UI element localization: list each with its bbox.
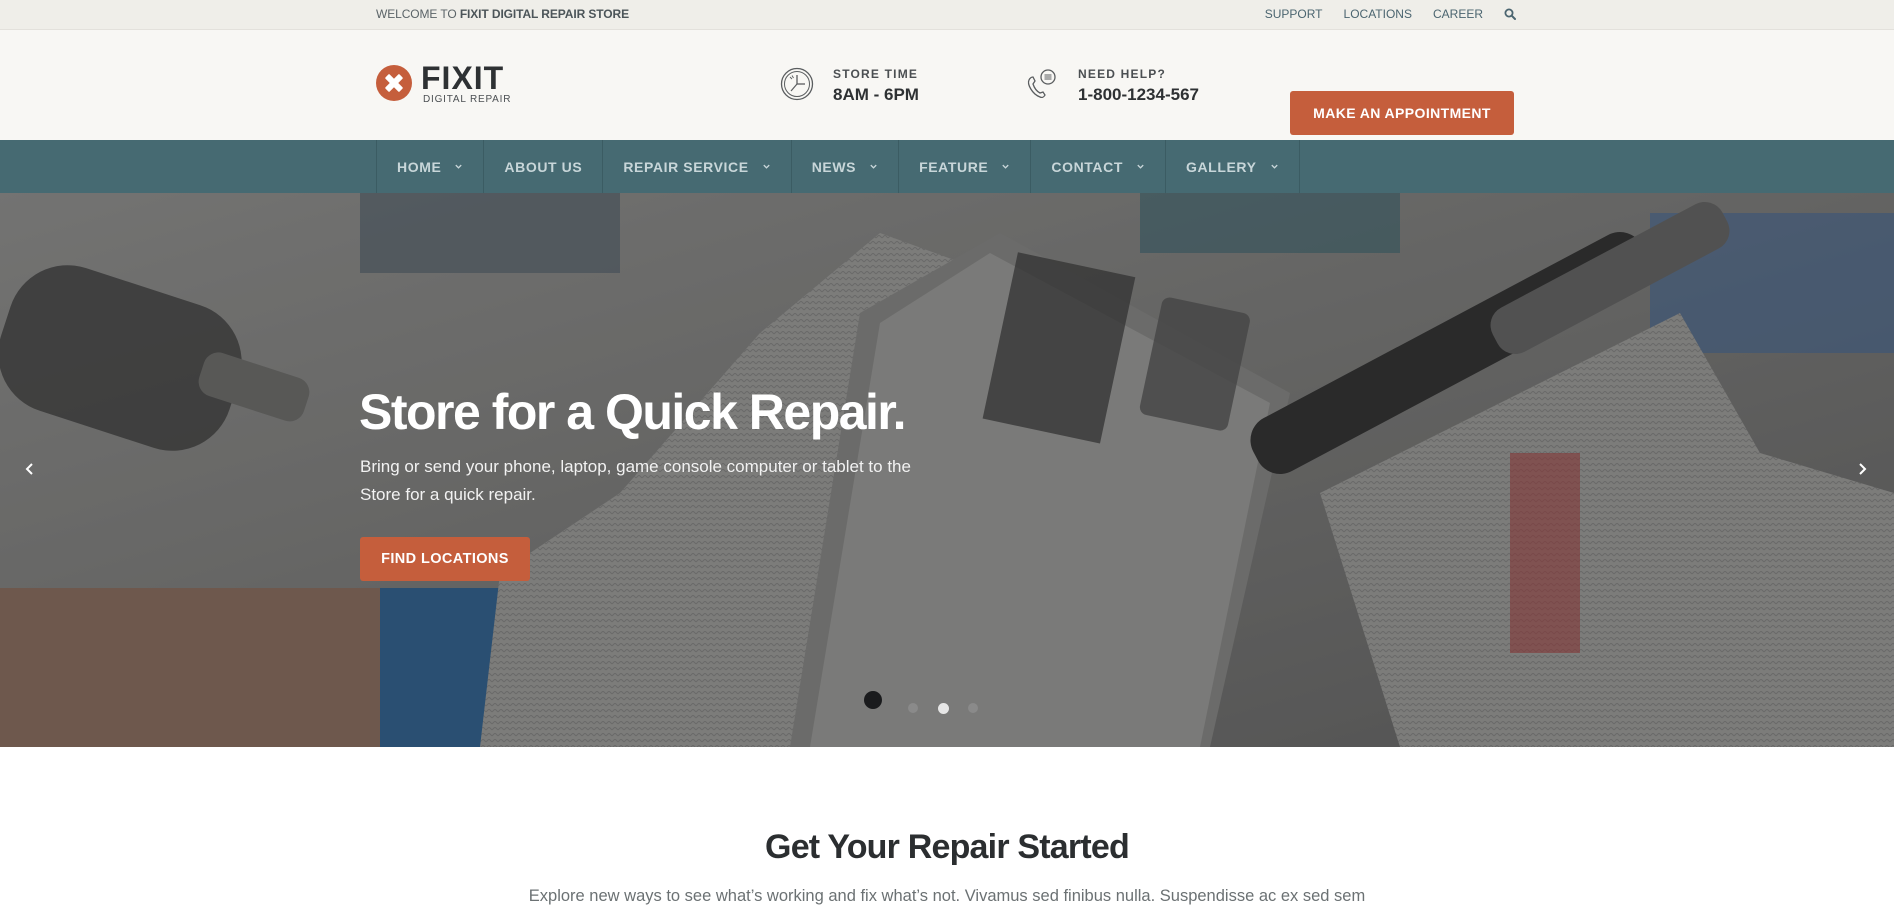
chevron-down-icon — [870, 164, 877, 169]
help-label: NEED HELP? — [1078, 67, 1167, 81]
slider-dot-3[interactable] — [968, 703, 978, 713]
top-link-career[interactable]: CAREER — [1433, 7, 1483, 21]
logo[interactable]: FIXIT DIGITAL REPAIR — [376, 60, 512, 105]
nav-item-about-us[interactable]: ABOUT US — [484, 140, 604, 193]
phone-chat-icon — [1027, 69, 1056, 99]
hero-title: Store for a Quick Repair. — [359, 384, 907, 440]
hero-description: Bring or send your phone, laptop, game c… — [360, 457, 911, 504]
section-description: Explore new ways to see what’s working a… — [528, 887, 1366, 905]
top-links: SUPPORT LOCATIONS CAREER — [1265, 7, 1516, 21]
welcome-prefix: WELCOME TO — [376, 7, 460, 21]
store-time-info: STORE TIME 8AM - 6PM — [779, 65, 919, 105]
nav-item-repair-service[interactable]: REPAIR SERVICE — [603, 140, 792, 193]
welcome-store-name: FIXIT DIGITAL REPAIR STORE — [459, 7, 630, 21]
welcome-message: WELCOME TO FIXIT DIGITAL REPAIR STORE — [376, 7, 629, 21]
nav-label: FEATURE — [919, 158, 989, 175]
nav-label: ABOUT US — [504, 158, 583, 175]
help-phone[interactable]: 1-800-1234-567 — [1078, 85, 1199, 105]
chevron-down-icon — [1270, 164, 1278, 169]
main-nav: HOME ABOUT US REPAIR SERVICE NEWS FEATUR… — [0, 140, 1894, 193]
make-appointment-button[interactable]: MAKE AN APPOINTMENT — [1290, 91, 1514, 135]
nav-label: CONTACT — [1051, 158, 1123, 175]
slider-dot-2-active[interactable] — [938, 703, 949, 714]
nav-item-news[interactable]: NEWS — [792, 140, 900, 193]
nav-label: REPAIR SERVICE — [623, 158, 749, 175]
nav-item-contact[interactable]: CONTACT — [1031, 140, 1166, 193]
logo-title: FIXIT — [421, 60, 505, 96]
chevron-down-icon — [1002, 164, 1010, 169]
nav-item-home[interactable]: HOME — [377, 140, 485, 193]
nav-label: GALLERY — [1185, 158, 1257, 175]
chevron-down-icon — [1137, 164, 1144, 169]
top-link-support[interactable]: SUPPORT — [1265, 7, 1323, 21]
nav-label: NEWS — [811, 158, 857, 175]
slider-dot-cursor — [864, 691, 882, 709]
top-bar: WELCOME TO FIXIT DIGITAL REPAIR STORE SU… — [0, 0, 1894, 30]
search-icon[interactable] — [1504, 8, 1516, 20]
nav-item-feature[interactable]: FEATURE — [899, 140, 1032, 193]
slider-pagination — [864, 691, 984, 721]
chevron-down-icon — [763, 164, 770, 169]
logo-x-icon — [376, 65, 412, 101]
hero-slider: Store for a Quick Repair. Bring or send … — [0, 193, 1894, 747]
store-time-value: 8AM - 6PM — [833, 85, 919, 104]
top-link-locations[interactable]: LOCATIONS — [1344, 7, 1412, 21]
find-locations-button[interactable]: FIND LOCATIONS — [360, 537, 530, 581]
nav-label: HOME — [397, 158, 442, 175]
slider-dot-1[interactable] — [908, 703, 918, 713]
chevron-down-icon — [455, 164, 463, 169]
clock-icon — [780, 67, 814, 101]
chevron-right-icon[interactable] — [1850, 457, 1874, 481]
section-title: Get Your Repair Started — [765, 828, 1130, 866]
hero-overlay — [0, 193, 1894, 747]
help-info: NEED HELP? 1-800-1234-567 — [1024, 65, 1199, 105]
nav-item-gallery[interactable]: GALLERY — [1166, 140, 1300, 193]
logo-subtitle: DIGITAL REPAIR — [423, 94, 512, 105]
store-time-label: STORE TIME — [833, 67, 919, 81]
chevron-left-icon[interactable] — [18, 457, 42, 481]
site-header: FIXIT DIGITAL REPAIR STORE TIME 8AM - 6P… — [0, 30, 1894, 140]
